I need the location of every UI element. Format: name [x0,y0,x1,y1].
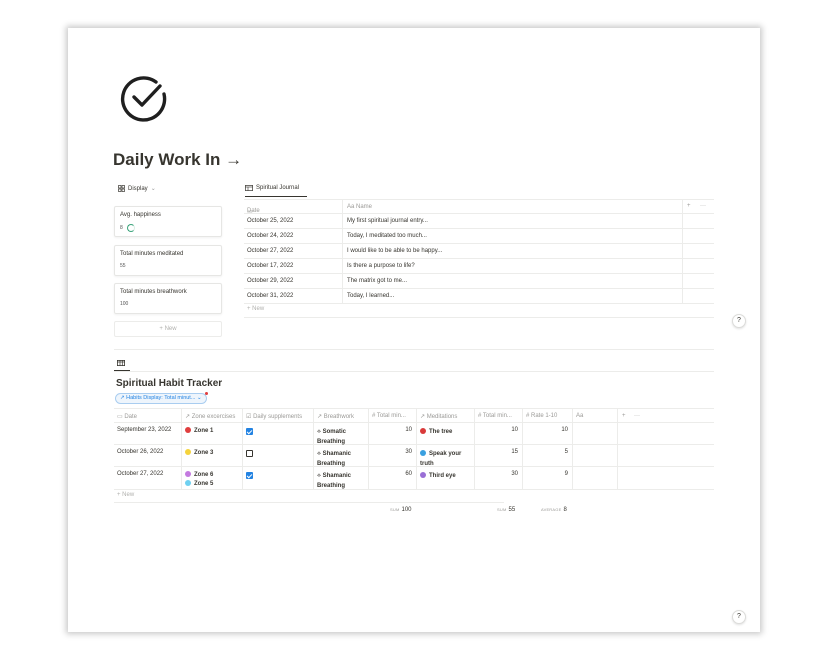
calc-average-rate[interactable]: AVERAGE 8 [541,507,567,513]
breathwork-link[interactable]: ⟡ Somatic Breathing [317,427,346,447]
more-options-icon[interactable]: ··· [634,413,640,419]
breath-icon: ⟡ [317,451,321,457]
meditation-link[interactable]: Third eye [420,471,456,481]
card-title: Avg. happiness [120,212,161,218]
card-value: 8 [120,225,123,231]
supplements-checkbox[interactable] [246,472,253,479]
column-total-minutes-1[interactable]: # Total min... [372,413,406,419]
divider [114,371,714,372]
habit-tracker-title: Spiritual Habit Tracker [116,378,223,389]
progress-ring-icon [126,224,135,232]
add-column-icon[interactable]: + [687,203,691,209]
gallery-icon [118,185,125,192]
tab-label: Spiritual Journal [256,185,300,191]
chevron-down-icon: ⌄ [150,186,156,192]
card-avg-happiness[interactable]: Avg. happiness 8 [114,206,222,237]
table-row[interactable]: October 29, 2022 The matrix got to me... [244,274,714,289]
column-meditations[interactable]: ↗ Meditations [420,413,457,420]
tab-spiritual-journal[interactable]: Spiritual Journal [245,185,299,191]
zone-icon [185,471,191,477]
column-rate[interactable]: # Rate 1-10 [526,413,557,419]
zone-icon [185,427,191,433]
help-button[interactable]: ? [732,314,746,328]
divider [114,502,504,503]
divider [244,317,714,318]
meditation-link[interactable]: The tree [420,427,452,437]
card-value: 55 [120,263,126,269]
table-row[interactable]: October 17, 2022 Is there a purpose to li… [244,259,714,274]
table-row[interactable]: October 25, 2022 My first spiritual journ… [244,214,714,229]
column-breathwork[interactable]: ↗ Breathwork [317,413,354,420]
breathwork-link[interactable]: ⟡ Shamanic Breathing [317,471,351,491]
table-row[interactable]: October 24, 2022 Today, I meditated too m… [244,229,714,244]
table-view-icon[interactable] [117,360,125,366]
divider [114,349,714,350]
table-row[interactable]: September 23, 2022 Zone 1 ⟡ Somatic Breat… [114,423,714,445]
journal-table: ▭ Date Aa Name + ··· October 25, 2022 My … [244,199,714,304]
notion-page: Daily Work In → Display ⌄ Avg. happiness… [68,28,760,632]
checkbox-icon: ☑ [246,414,252,420]
table-row[interactable]: October 27, 2022 I would like to be able … [244,244,714,259]
zone-icon [185,449,191,455]
column-total-minutes-2[interactable]: # Total min... [478,413,512,419]
table-row[interactable]: October 31, 2022 Today, I learned... [244,289,714,304]
habits-display-filter[interactable]: ↗ Habits Display: Total minut... ⌄ [115,392,208,404]
column-date[interactable]: ▭ Date [117,413,137,420]
supplements-checkbox[interactable] [246,450,253,457]
supplements-checkbox[interactable] [246,428,253,435]
help-button[interactable]: ? [732,610,746,624]
table-row[interactable]: October 27, 2022 Zone 6 Zone 5 ⟡ Shamanic… [114,467,714,490]
zone-tags[interactable]: Zone 6 Zone 5 [185,471,213,489]
zone-tag[interactable]: Zone 3 [185,449,213,458]
more-options-icon[interactable]: ··· [700,203,706,209]
habit-new-button[interactable]: + New [117,492,134,498]
column-aa[interactable]: Aa [576,413,583,419]
check-circle-icon [120,76,167,122]
display-view-button[interactable]: Display ⌄ [118,185,156,192]
tree-icon [420,428,426,434]
table-header: ▭ Date Aa Name + ··· [244,199,714,215]
calc-sum-meditations[interactable]: SUM 55 [497,507,515,513]
breath-icon: ⟡ [317,429,321,435]
table-row[interactable]: October 26, 2022 Zone 3 ⟡ Shamanic Breath… [114,445,714,467]
column-daily-supplements[interactable]: ☑ Daily supplements [246,413,302,420]
breathwork-link[interactable]: ⟡ Shamanic Breathing [317,449,351,469]
display-label: Display [128,185,148,192]
table-header: ▭ Date ↗ Zone excercises ☑ Daily supplem… [114,408,714,423]
habit-table: ▭ Date ↗ Zone excercises ☑ Daily supplem… [114,408,714,490]
card-value: 100 [120,301,129,307]
column-zone-excercises[interactable]: ↗ Zone excercises [185,413,235,420]
cards-new-button[interactable]: + New [114,321,222,337]
filter-label: ↗ Habits Display: Total minut... ⌄ [120,395,202,401]
calc-sum-breathwork[interactable]: SUM 100 [390,507,412,513]
calendar-icon: ▭ [117,414,123,420]
zone-tag[interactable]: Zone 1 [185,427,213,436]
card-title: Total minutes meditated [120,251,184,257]
speak-icon [420,450,426,456]
zone-icon [185,480,191,486]
card-title: Total minutes breathwork [120,289,187,295]
tab-underline [245,196,307,197]
table-icon [245,185,253,191]
add-column-icon[interactable]: + [622,413,626,419]
card-total-minutes-meditated[interactable]: Total minutes meditated 55 [114,245,222,276]
meditation-link[interactable]: Speak your truth [420,449,461,469]
page-title: Daily Work In → [113,150,243,169]
third-eye-icon [420,472,426,478]
card-total-minutes-breathwork[interactable]: Total minutes breathwork 100 [114,283,222,314]
filter-indicator [204,392,208,395]
breath-icon: ⟡ [317,473,321,479]
journal-new-button[interactable]: + New [247,306,264,312]
column-name[interactable]: Aa Name [347,204,372,210]
